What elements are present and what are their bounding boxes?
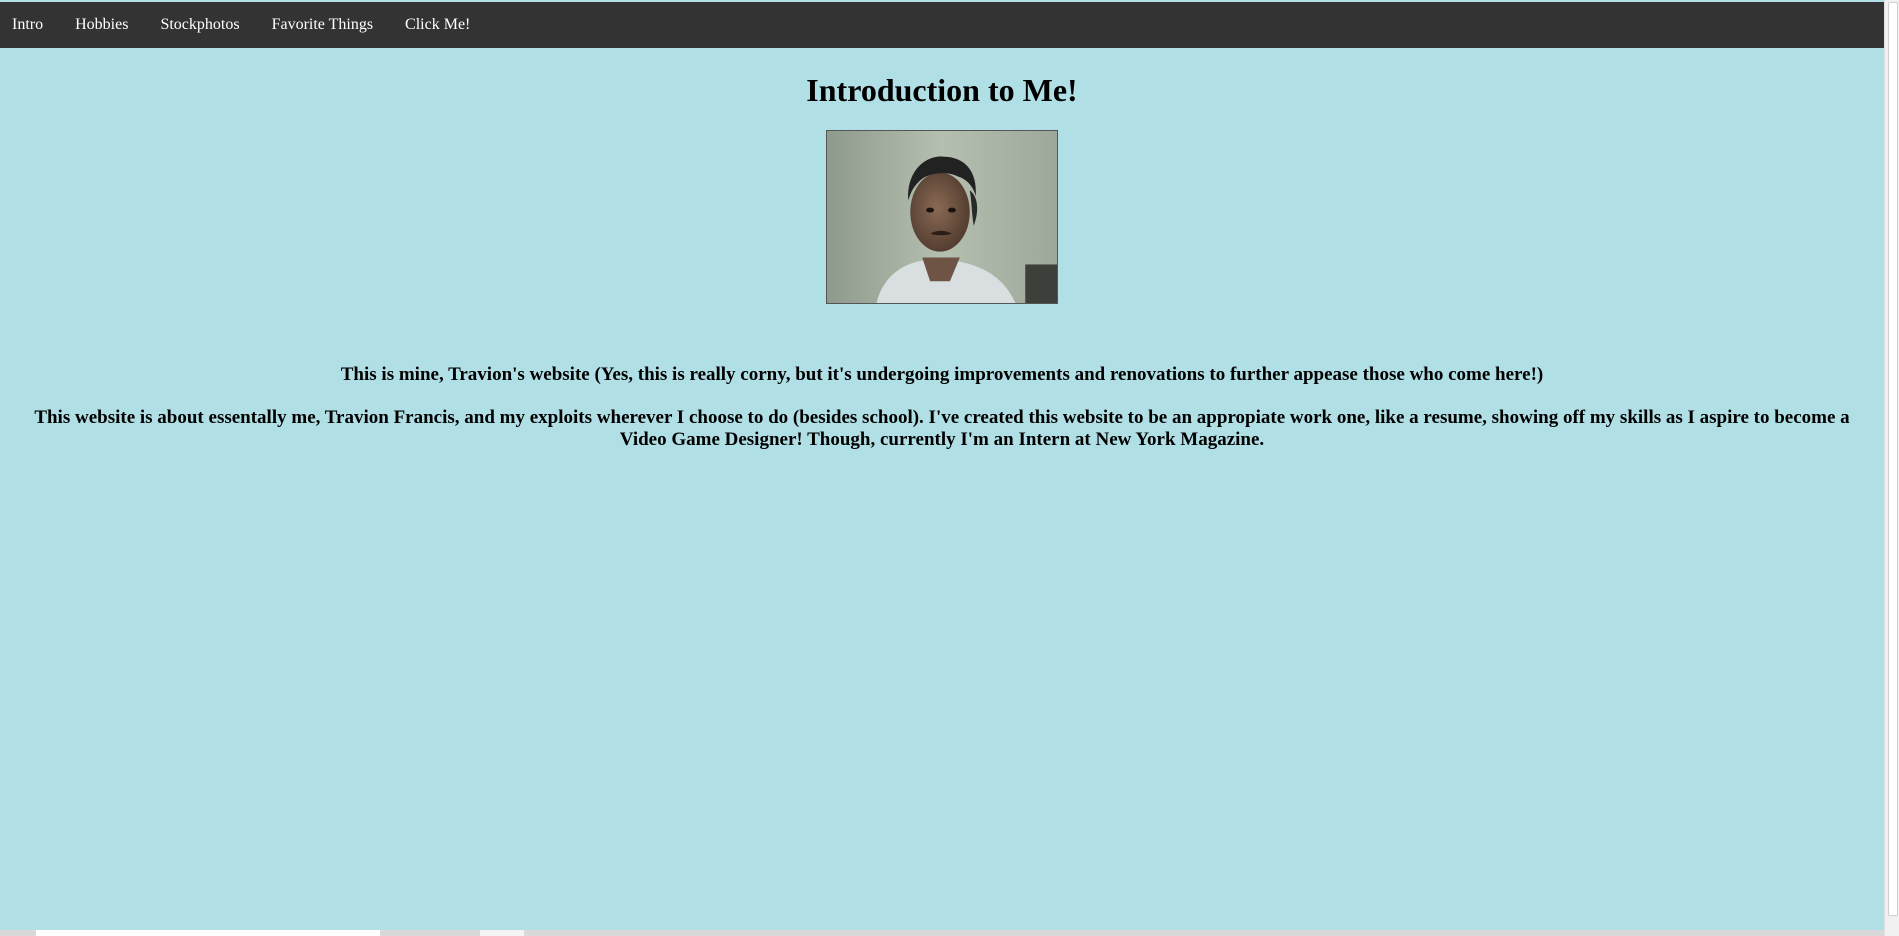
nav-link-intro[interactable]: Intro <box>0 2 59 48</box>
profile-photo <box>826 130 1058 304</box>
nav-link-stockphotos[interactable]: Stockphotos <box>144 2 255 48</box>
bottom-strip-segment <box>36 930 380 936</box>
bottom-scroll-strip <box>0 930 1884 936</box>
browser-viewport: Intro Hobbies Stockphotos Favorite Thing… <box>0 0 1899 936</box>
intro-text: This is mine, Travion's website (Yes, th… <box>18 364 1866 451</box>
top-navbar: Intro Hobbies Stockphotos Favorite Thing… <box>0 2 1884 48</box>
nav-link-hobbies[interactable]: Hobbies <box>59 2 144 48</box>
scrollbar-thumb[interactable] <box>1888 2 1898 916</box>
nav-link-favorite-things[interactable]: Favorite Things <box>256 2 389 48</box>
bottom-strip-segment <box>480 930 524 936</box>
intro-paragraph-1: This is mine, Travion's website (Yes, th… <box>340 364 1544 385</box>
main-content: Introduction to Me! This is mine, Travio… <box>0 48 1884 451</box>
profile-photo-image <box>827 131 1057 303</box>
intro-paragraph-2: This website is about essentally me, Tra… <box>34 407 1850 450</box>
page-title: Introduction to Me! <box>806 72 1078 108</box>
vertical-scrollbar[interactable] <box>1884 0 1899 936</box>
nav-link-click-me[interactable]: Click Me! <box>389 2 486 48</box>
